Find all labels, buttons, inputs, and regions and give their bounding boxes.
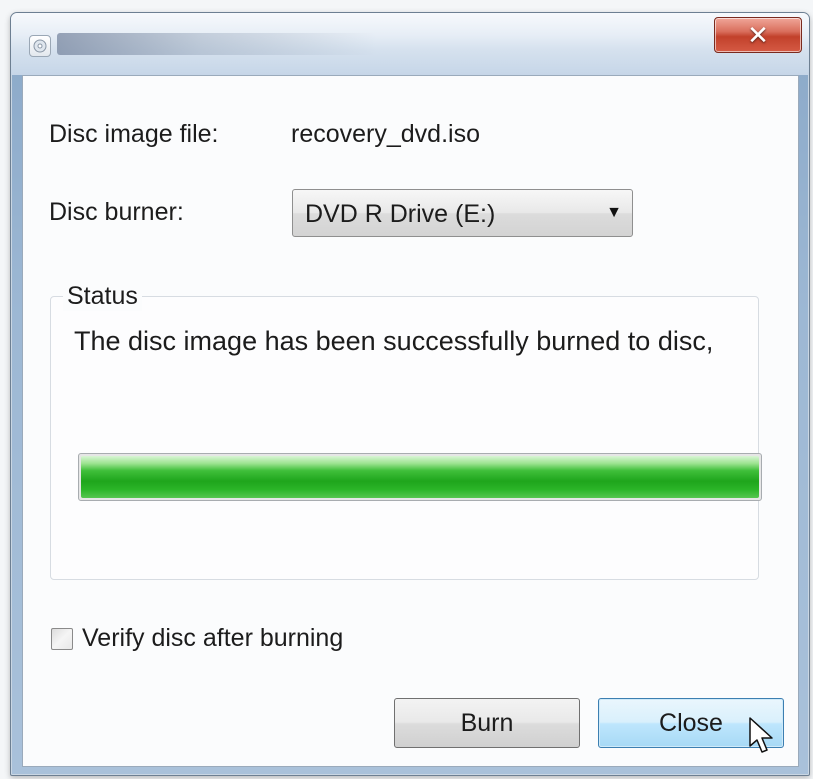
status-group-title: Status — [63, 282, 142, 311]
disc-burner-dropdown[interactable]: DVD R Drive (E:) ▼ — [292, 189, 633, 237]
disc-image-file-label: Disc image file: — [49, 120, 219, 148]
chevron-down-icon: ▼ — [606, 204, 622, 221]
dialog-content: Disc image file: recovery_dvd.iso Disc b… — [22, 75, 799, 767]
verify-disc-checkbox[interactable] — [51, 628, 73, 650]
disc-image-burner-icon — [29, 35, 51, 57]
progress-bar — [78, 453, 762, 501]
progress-bar-fill — [81, 456, 759, 498]
disc-burner-selected-value: DVD R Drive (E:) — [305, 200, 496, 228]
status-message: The disc image has been successfully bur… — [74, 326, 714, 356]
disc-burner-label: Disc burner: — [49, 198, 184, 226]
title-bar[interactable]: ✕ — [11, 13, 809, 75]
disc-image-file-value: recovery_dvd.iso — [291, 120, 480, 148]
burn-button[interactable]: Burn — [394, 698, 580, 748]
verify-disc-label[interactable]: Verify disc after burning — [82, 624, 343, 653]
mouse-pointer-icon — [749, 717, 773, 753]
close-icon: ✕ — [747, 19, 769, 50]
window-close-button[interactable]: ✕ — [714, 17, 802, 53]
disc-image-burner-window: ✕ Disc image file: recovery_dvd.iso Disc… — [10, 12, 810, 776]
window-title — [57, 33, 377, 55]
